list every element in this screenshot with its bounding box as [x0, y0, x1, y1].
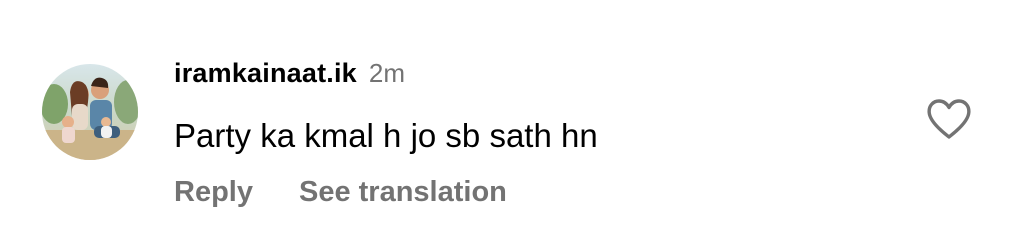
- username[interactable]: iramkainaat.ik: [174, 58, 357, 89]
- comment-text: Party ka kmal h jo sb sath hn: [174, 117, 598, 154]
- comment-item: iramkainaat.ik 2m Party ka kmal h jo sb …: [0, 0, 1024, 249]
- comment-actions: Reply See translation: [174, 176, 904, 209]
- heart-outline-icon[interactable]: [926, 98, 972, 140]
- comment-header: iramkainaat.ik 2m: [174, 58, 904, 98]
- avatar-image: [42, 64, 138, 160]
- reply-button[interactable]: Reply: [174, 176, 253, 209]
- avatar[interactable]: [42, 64, 138, 160]
- comment-body: iramkainaat.ik 2m Party ka kmal h jo sb …: [174, 58, 904, 209]
- timestamp: 2m: [368, 58, 406, 88]
- see-translation-button[interactable]: See translation: [299, 176, 507, 209]
